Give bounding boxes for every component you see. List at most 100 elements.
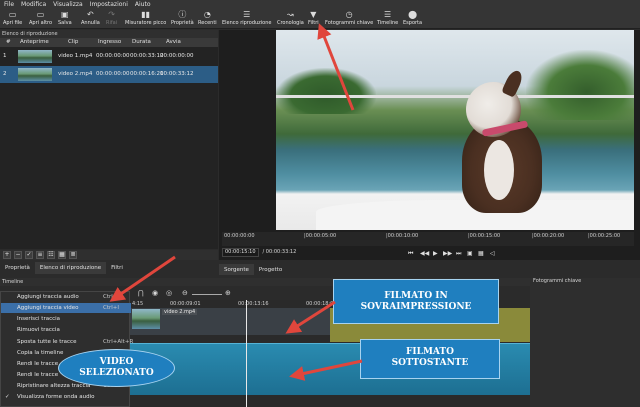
callout-underlying-footage: FILMATO SOTTOSTANTE [360,339,500,379]
callout-selected-video: VIDEO SELEZIONATO [58,349,175,387]
toggle-zoom-icon[interactable]: ▣ [467,250,473,257]
menu-view[interactable]: Visualizza [53,1,83,8]
timeline-button[interactable]: ☰ Timeline [377,10,398,27]
menu-item-insert-track[interactable]: Inserisci traccia [1,314,131,324]
column-number[interactable]: # [6,38,11,47]
undo-button[interactable]: ↶ Annulla [81,10,100,27]
tab-properties[interactable]: Proprietà [0,262,35,274]
playlist-header: # Anteprime Clip Ingresso Durata Avvia [0,38,218,47]
dog-ear [501,68,525,98]
playlist-panel-title: Elenco di riproduzione [0,30,218,38]
callout-overlay-footage: FILMATO IN SOVRAIMPRESSIONE [333,279,499,324]
clip-thumbnail [18,68,52,81]
menu-item-remove-track[interactable]: Rimuovi traccia [1,325,131,335]
menu-icon[interactable]: ≣ [69,251,77,259]
zoom-in-icon[interactable]: ⊕ [225,289,231,297]
list-icon: ☰ [243,10,251,19]
menu-item-move-all-tracks[interactable]: Sposta tutte le tracce Ctrl+Alt+R [1,337,133,347]
list-view-icon[interactable]: ≡ [36,251,44,259]
clip-thumbnail [18,50,52,63]
current-timecode[interactable]: 00:00:15:10 [222,247,259,257]
grid-view-icon[interactable]: ▦ [58,251,66,259]
recent-button[interactable]: ◔ Recenti [198,10,217,27]
peak-meter-icon: ▮▮ [141,10,151,19]
scrub-icon[interactable]: ◉ [152,289,158,297]
ripple-icon[interactable]: ◎ [166,289,172,297]
skip-start-icon[interactable]: ⏮ [408,250,413,258]
menu-item-add-video-track[interactable]: Aggiungi traccia video Ctrl+I [1,303,131,313]
column-clip[interactable]: Clip [68,38,78,47]
clip-thumbnail [132,309,160,329]
playlist-row[interactable]: 1 video 1.mp4 00:00:00:00 00:00:33:12 00… [0,48,218,65]
zoom-slider[interactable] [192,294,222,295]
save-icon: ▣ [61,10,69,19]
filters-button[interactable]: ▼ Filtri [308,10,319,27]
menu-help[interactable]: Aiuto [135,1,151,8]
add-icon[interactable]: + [3,251,11,259]
player-tabs: Sorgente Progetto [219,264,287,275]
history-icon: ↝ [287,10,294,19]
playlist-buttons: + − ✓ ≡ ☷ ▦ ≣ [0,250,218,260]
redo-button[interactable]: ↷ Rifai [106,10,117,27]
open-other-icon: ▭ [36,10,45,19]
tab-filters[interactable]: Filtri [106,262,128,274]
folder-icon: ▭ [8,10,17,19]
boat-rail [276,95,634,98]
playlist-row-selected[interactable]: 2 video 2.mp4 00:00:00:00 00:00:16:21 00… [0,66,218,83]
menu-file[interactable]: File [4,1,14,8]
clock-icon: ◔ [203,10,211,19]
toolbar: ▭ Apri file ▭ Apri altro ▣ Salva ↶ Annulla ↷… [0,9,640,29]
player-ruler[interactable]: 00:00:00:00 |00:00:05:00 |00:00:10:00 |0… [222,232,634,246]
menu-edit[interactable]: Modifica [21,1,46,8]
column-thumbnails[interactable]: Anteprime [20,38,49,47]
keyframes-panel: Fotogrammi chiave [530,278,640,407]
tab-source[interactable]: Sorgente [219,264,254,275]
column-in[interactable]: Ingresso [98,38,121,47]
open-file-button[interactable]: ▭ Apri file [3,10,22,27]
total-duration: / 00:00:33:12 [262,249,297,255]
column-start[interactable]: Avvia [166,38,181,47]
snap-icon[interactable]: ⋂ [138,289,144,297]
dog-chest [484,140,514,200]
check-mark-icon: ✓ [5,394,10,400]
check-icon[interactable]: ✓ [25,251,33,259]
video-preview[interactable] [276,30,634,230]
export-button[interactable]: ⬤ Esporta [403,10,422,27]
redo-icon: ↷ [108,10,115,19]
palm-trees-right [526,50,634,120]
filter-icon: ▼ [310,10,317,19]
menu-bar: File Modifica Visualizza Impostazioni Ai… [0,0,640,9]
properties-button[interactable]: ⓘ Proprietà [171,10,194,27]
volume-icon[interactable]: ◁ [490,250,495,257]
open-other-button[interactable]: ▭ Apri altro [29,10,52,27]
menu-item-add-audio-track[interactable]: Aggiungi traccia audio Ctrl+U [1,292,131,302]
skip-end-icon[interactable]: ⏭ [456,250,461,258]
keyframes-button[interactable]: ◷ Fotogrammi chiave [325,10,373,27]
detail-view-icon[interactable]: ☷ [47,251,55,259]
tab-playlist[interactable]: Elenco di riproduzione [34,262,107,274]
palm-trees-left [276,68,376,114]
timeline-icon: ☰ [384,10,392,19]
remove-icon[interactable]: − [14,251,22,259]
fast-forward-icon[interactable]: ▶▶ [443,250,452,257]
play-icon[interactable]: ▶ [433,250,438,257]
history-button[interactable]: ↝ Cronologia [277,10,304,27]
keyframes-icon: ◷ [345,10,353,19]
menu-settings[interactable]: Impostazioni [90,1,128,8]
playlist-button[interactable]: ☰ Elenco riproduzione [222,10,271,27]
tab-project[interactable]: Progetto [254,264,287,275]
export-icon: ⬤ [408,10,418,19]
column-duration[interactable]: Durata [132,38,151,47]
peak-meter-button[interactable]: ▮▮ Misuratore picco [125,10,166,27]
clip-label: video 2.mp4 [162,309,198,315]
properties-icon: ⓘ [178,10,187,19]
save-button[interactable]: ▣ Salva [58,10,72,27]
menu-item-show-waveforms[interactable]: ✓ Visualizza forme onda audio [1,392,131,402]
left-panel-tabs: Proprietà Elenco di riproduzione Filtri [0,262,218,274]
grid-icon[interactable]: ▦ [478,250,484,257]
overlay-track-clip[interactable] [130,308,330,335]
undo-icon: ↶ [87,10,94,19]
rewind-icon[interactable]: ◀◀ [420,250,429,257]
zoom-out-icon[interactable]: ⊖ [182,289,188,297]
playhead[interactable] [246,300,247,407]
